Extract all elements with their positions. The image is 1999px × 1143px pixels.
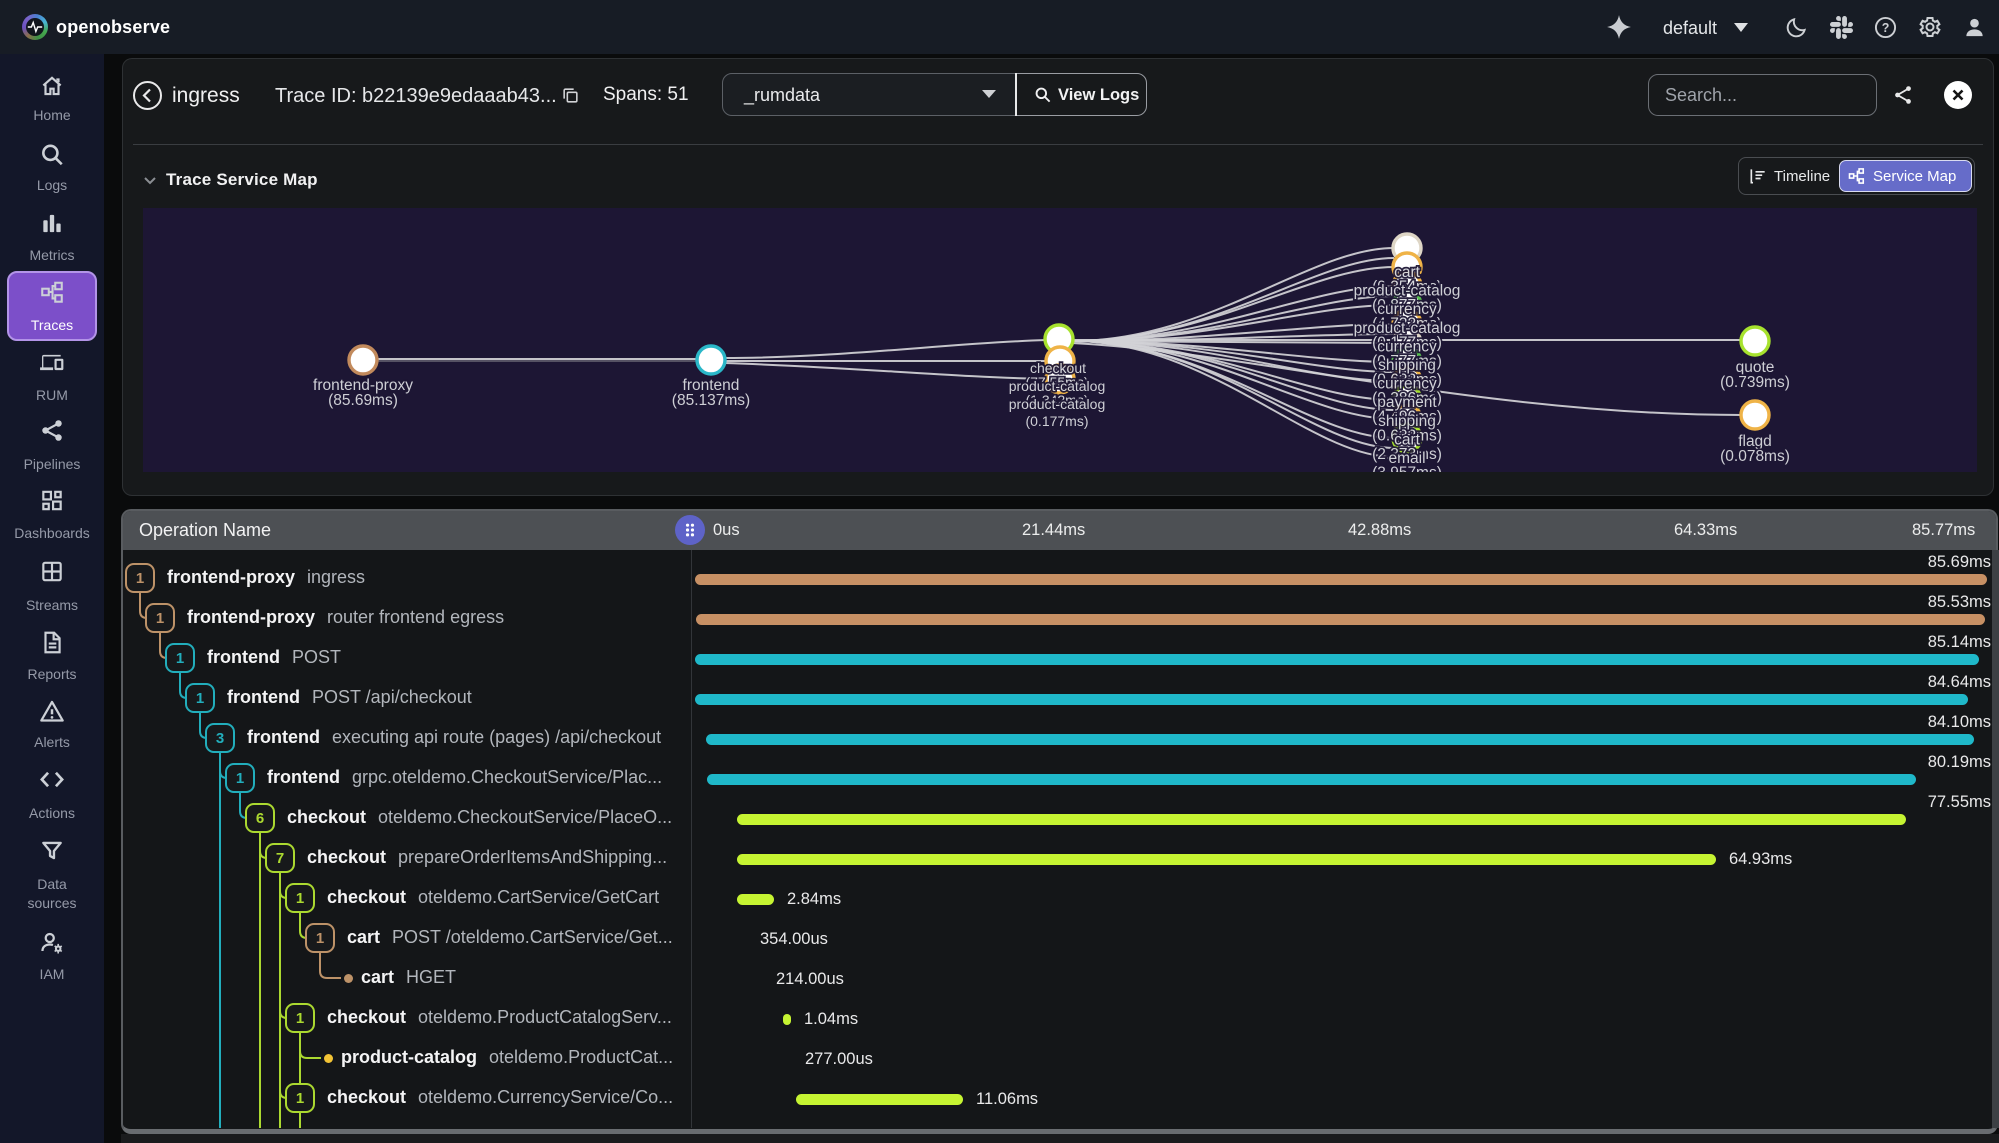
- svg-text:?: ?: [1882, 21, 1890, 35]
- svg-text:payment: payment: [1377, 394, 1437, 411]
- svg-text:(0.739ms): (0.739ms): [1720, 374, 1790, 391]
- svg-text:shipping: shipping: [1378, 357, 1436, 374]
- svg-text:shipping: shipping: [1378, 413, 1436, 430]
- svg-text:(85.69ms): (85.69ms): [328, 392, 398, 409]
- svg-text:(0.078ms): (0.078ms): [1720, 448, 1790, 465]
- svg-text:currency: currency: [1377, 376, 1437, 393]
- svg-text:product-catalog: product-catalog: [1354, 320, 1461, 337]
- svg-text:currency: currency: [1377, 301, 1437, 318]
- svg-text:(0.177ms): (0.177ms): [1025, 413, 1088, 429]
- svg-text:product-catalog: product-catalog: [1009, 396, 1106, 412]
- svg-text:cart: cart: [1394, 431, 1421, 448]
- svg-text:email: email: [1388, 450, 1425, 467]
- svg-text:cart: cart: [1394, 264, 1421, 281]
- svg-text:product-catalog: product-catalog: [1354, 283, 1461, 300]
- svg-text:currency: currency: [1377, 338, 1437, 355]
- svg-text:(85.137ms): (85.137ms): [672, 392, 750, 409]
